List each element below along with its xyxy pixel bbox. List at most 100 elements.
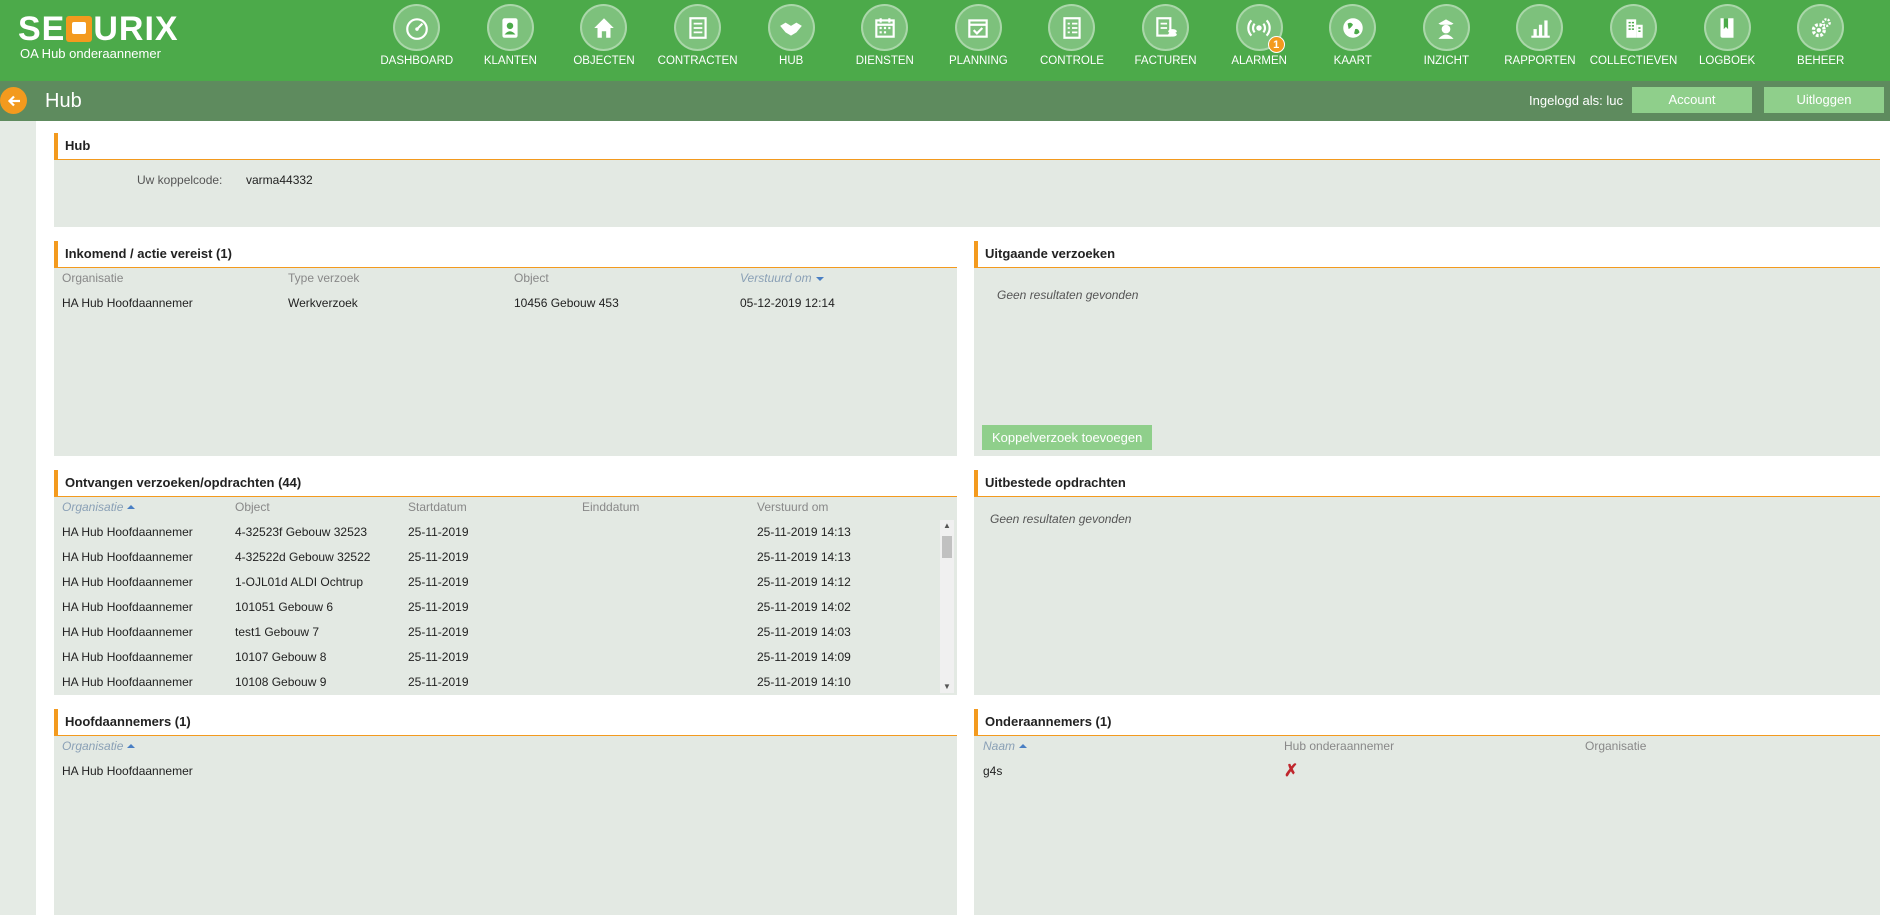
nav-label: DASHBOARD bbox=[380, 55, 454, 67]
incoming-panel: Inkomend / actie vereist (1) Organisatie… bbox=[54, 241, 957, 456]
sequrix-logo[interactable]: SE URIX bbox=[18, 10, 179, 49]
empty-message: Geen resultaten gevonden bbox=[997, 288, 1139, 302]
nav-planning[interactable]: PLANNING bbox=[932, 4, 1026, 67]
left-margin bbox=[0, 121, 36, 915]
empty-message: Geen resultaten gevonden bbox=[990, 512, 1132, 526]
column-header-einddatum[interactable]: Einddatum bbox=[582, 500, 639, 514]
column-header-organisatie[interactable]: Organisatie bbox=[62, 739, 136, 753]
column-header-naam[interactable]: Naam bbox=[983, 739, 1028, 753]
cell-verstuurd: 05-12-2019 12:14 bbox=[740, 296, 835, 310]
nav-label: KAART bbox=[1333, 55, 1372, 67]
nav-logboek[interactable]: LOGBOEK bbox=[1680, 4, 1774, 67]
cell-startdatum: 25-11-2019 bbox=[408, 625, 469, 639]
nav-label: BEHEER bbox=[1797, 55, 1845, 67]
column-header-object[interactable]: Object bbox=[235, 500, 270, 514]
column-header-object[interactable]: Object bbox=[514, 271, 549, 285]
page-header-bar: Hub Ingelogd als: luc Account Uitloggen bbox=[0, 81, 1890, 121]
account-button[interactable]: Account bbox=[1632, 87, 1752, 113]
nav-label: DIENSTEN bbox=[855, 55, 914, 67]
address-book-icon bbox=[502, 17, 518, 38]
scroll-down-icon[interactable]: ▼ bbox=[940, 681, 954, 693]
column-header-startdatum[interactable]: Startdatum bbox=[408, 500, 467, 514]
cell-object: test1 Gebouw 7 bbox=[235, 625, 320, 639]
cell-startdatum: 25-11-2019 bbox=[408, 650, 469, 664]
cell-object: 10107 Gebouw 8 bbox=[235, 650, 327, 664]
cell-verstuurd: 25-11-2019 14:12 bbox=[757, 575, 851, 589]
cell-startdatum: 25-11-2019 bbox=[408, 550, 469, 564]
calendar-check-icon bbox=[968, 18, 989, 38]
nav-hub[interactable]: HUB bbox=[744, 4, 838, 67]
nav-contracten[interactable]: CONTRACTEN bbox=[651, 4, 745, 67]
scroll-thumb[interactable] bbox=[942, 536, 952, 558]
column-header-organisatie[interactable]: Organisatie bbox=[62, 271, 123, 285]
main-nav: DASHBOARD KLANTEN OBJECTEN CONTRACTEN HU… bbox=[370, 4, 1868, 67]
arrow-left-icon bbox=[7, 95, 20, 106]
app-subtitle: OA Hub onderaannemer bbox=[20, 46, 161, 61]
sort-asc-icon bbox=[1019, 744, 1028, 748]
nav-dashboard[interactable]: DASHBOARD bbox=[370, 4, 464, 67]
cell-organisatie: HA Hub Hoofdaannemer bbox=[62, 575, 193, 589]
cell-object: 10108 Gebouw 9 bbox=[235, 675, 327, 689]
nav-collectieven[interactable]: COLLECTIEVEN bbox=[1587, 4, 1681, 67]
sort-asc-icon bbox=[127, 744, 136, 748]
gears-icon bbox=[1811, 17, 1831, 37]
table-scrollbar[interactable]: ▲ ▼ bbox=[940, 520, 954, 693]
nav-inzicht[interactable]: INZICHT bbox=[1400, 4, 1494, 67]
nav-kaart[interactable]: KAART bbox=[1306, 4, 1400, 67]
column-header-organisatie[interactable]: Organisatie bbox=[1585, 739, 1646, 753]
outgoing-panel: Uitgaande verzoeken Geen resultaten gevo… bbox=[974, 241, 1880, 456]
nav-klanten[interactable]: KLANTEN bbox=[464, 4, 558, 67]
cell-organisatie: HA Hub Hoofdaannemer bbox=[62, 675, 193, 689]
received-panel: Ontvangen verzoeken/opdrachten (44) Orga… bbox=[54, 470, 957, 695]
nav-alarmen[interactable]: 1 ALARMEN bbox=[1212, 4, 1306, 67]
cell-naam: g4s bbox=[983, 764, 1003, 778]
sort-desc-icon bbox=[815, 277, 824, 281]
scroll-up-icon[interactable]: ▲ bbox=[940, 520, 954, 532]
outsourced-panel: Uitbestede opdrachten Geen resultaten ge… bbox=[974, 470, 1880, 695]
column-header-verstuurd[interactable]: Verstuurd om bbox=[740, 271, 824, 285]
document-icon bbox=[688, 16, 707, 39]
sort-asc-icon bbox=[127, 505, 136, 509]
main-contractors-panel: Hoofdaannemers (1) Organisatie HA Hub Ho… bbox=[54, 709, 957, 915]
cell-verstuurd: 25-11-2019 14:03 bbox=[757, 625, 851, 639]
cell-organisatie: HA Hub Hoofdaannemer bbox=[62, 625, 193, 639]
cell-startdatum: 25-11-2019 bbox=[408, 600, 469, 614]
nav-label: CONTROLE bbox=[1040, 55, 1104, 67]
column-header-hub-onderaannemer[interactable]: Hub onderaannemer bbox=[1284, 739, 1394, 753]
handshake-icon bbox=[780, 22, 803, 36]
building-icon bbox=[1625, 18, 1643, 38]
nav-rapporten[interactable]: RAPPORTEN bbox=[1493, 4, 1587, 67]
panel-title: Hoofdaannemers (1) bbox=[54, 709, 957, 736]
column-header-type[interactable]: Type verzoek bbox=[288, 271, 359, 285]
logout-button[interactable]: Uitloggen bbox=[1764, 87, 1884, 113]
back-button[interactable] bbox=[0, 87, 27, 114]
cell-organisatie: HA Hub Hoofdaannemer bbox=[62, 600, 193, 614]
nav-facturen[interactable]: FACTUREN bbox=[1119, 4, 1213, 67]
home-icon bbox=[594, 17, 614, 38]
cell-verstuurd: 25-11-2019 14:02 bbox=[757, 600, 851, 614]
nav-label: HUB bbox=[779, 55, 804, 67]
nav-label: PLANNING bbox=[948, 55, 1008, 67]
cell-type: Werkverzoek bbox=[288, 296, 358, 310]
add-link-request-button[interactable]: Koppelverzoek toevoegen bbox=[982, 425, 1153, 450]
nav-beheer[interactable]: BEHEER bbox=[1774, 4, 1868, 67]
panel-title: Uitbestede opdrachten bbox=[974, 470, 1880, 497]
cell-startdatum: 25-11-2019 bbox=[408, 575, 469, 589]
top-navigation-bar: SE URIX OA Hub onderaannemer DASHBOARD KL… bbox=[0, 0, 1890, 81]
nav-diensten[interactable]: DIENSTEN bbox=[838, 4, 932, 67]
panel-title: Uitgaande verzoeken bbox=[974, 241, 1880, 268]
nav-label: OBJECTEN bbox=[573, 55, 635, 67]
cell-organisatie: HA Hub Hoofdaannemer bbox=[62, 650, 193, 664]
cell-object: 4-32522d Gebouw 32522 bbox=[235, 550, 371, 564]
column-header-verstuurd[interactable]: Verstuurd om bbox=[757, 500, 828, 514]
nav-objecten[interactable]: OBJECTEN bbox=[557, 4, 651, 67]
guard-icon bbox=[1438, 18, 1454, 39]
nav-label: INZICHT bbox=[1423, 55, 1469, 67]
speedometer-icon bbox=[405, 17, 428, 40]
calendar-icon bbox=[875, 17, 895, 38]
logged-in-label: Ingelogd als: luc bbox=[1529, 93, 1623, 108]
cell-object: 10456 Gebouw 453 bbox=[514, 296, 619, 310]
nav-controle[interactable]: CONTROLE bbox=[1025, 4, 1119, 67]
column-header-organisatie[interactable]: Organisatie bbox=[62, 500, 136, 514]
alarm-signal-icon bbox=[1247, 19, 1271, 36]
